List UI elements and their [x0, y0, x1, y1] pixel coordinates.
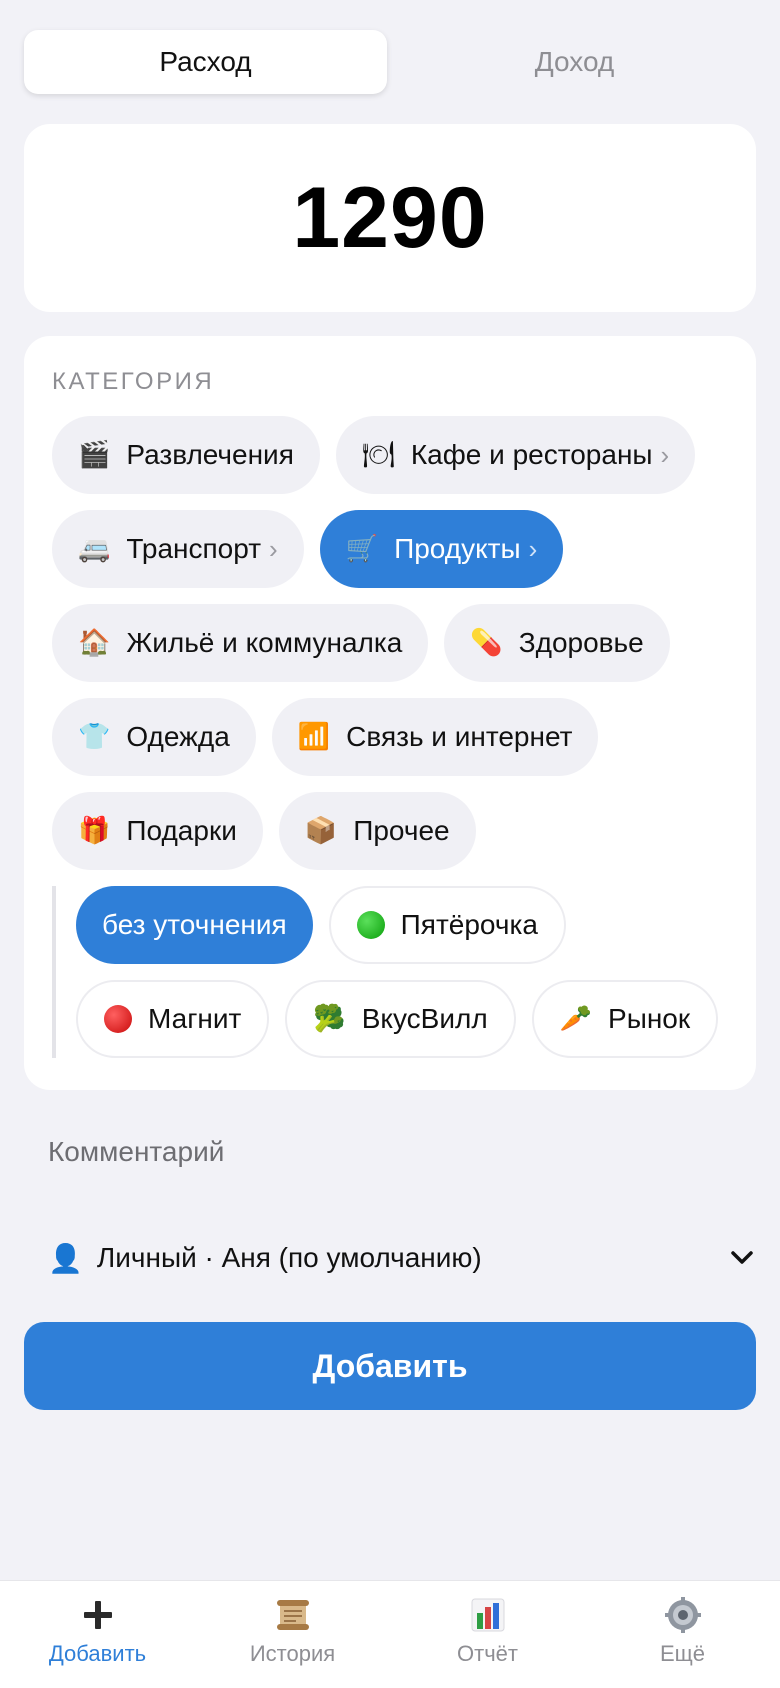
category-chip-label: Развлечения [126, 439, 294, 470]
account-label: Личный · Аня (по умолчанию) [96, 1242, 482, 1273]
category-chip-label: Жильё и коммуналка [126, 627, 403, 658]
income-tab[interactable]: Доход [393, 30, 756, 94]
category-chip-clothes[interactable]: 👕 Одежда [52, 698, 256, 776]
chevron-right-icon: › [528, 533, 538, 564]
category-chip-telecom[interactable]: 📶 Связь и интернет [271, 698, 599, 776]
user-icon: 👤 [48, 1241, 83, 1275]
tab-more[interactable]: Ещё [585, 1581, 780, 1688]
subcategory-chip-pyaterochka[interactable]: Пятёрочка [328, 886, 566, 964]
category-chip-transport[interactable]: 🚐 Транспорт › [52, 510, 304, 588]
category-chip-entertainment[interactable]: 🎬 Развлечения [52, 416, 320, 494]
subcategory-chip-label: ВкусВилл [361, 1003, 488, 1034]
category-chip-groceries[interactable]: 🛒 Продукты › [319, 510, 564, 588]
bar-chart-icon [470, 1595, 506, 1635]
expense-tab[interactable]: Расход [24, 30, 387, 94]
chevron-right-icon: › [660, 439, 670, 470]
subcategory-chip-label: Пятёрочка [400, 909, 538, 940]
category-chip-label: Подарки [126, 815, 237, 846]
carrot-icon: 🥕 [559, 1004, 593, 1034]
amount-value[interactable]: 1290 [292, 169, 487, 268]
category-chip-label: Продукты [394, 533, 521, 564]
subcategory-group: без уточнения Пятёрочка Магнит 🥦 ВкусВил… [52, 886, 728, 1058]
house-icon: 🏠 [78, 628, 111, 658]
category-chip-label: Транспорт [126, 533, 262, 564]
add-button[interactable]: Добавить [24, 1322, 756, 1410]
category-chip-label: Прочее [353, 815, 450, 846]
tab-bar: Добавить История Отчёт Ещё [0, 1580, 780, 1688]
chevron-down-icon [728, 1244, 756, 1272]
green-circle-icon [356, 911, 385, 939]
gear-icon [664, 1595, 701, 1635]
shopping-cart-icon: 🛒 [345, 534, 379, 564]
tab-report[interactable]: Отчёт [390, 1581, 585, 1688]
category-chip-label: Связь и интернет [346, 721, 573, 752]
broccoli-icon: 🥦 [313, 1004, 346, 1034]
tab-add[interactable]: Добавить [0, 1581, 195, 1688]
tab-label: Добавить [48, 1641, 147, 1666]
subcategory-chip-label: Магнит [148, 1003, 242, 1034]
plate-icon: 🍽 [361, 440, 395, 470]
transaction-type-switch: Расход Доход [24, 24, 756, 100]
tab-label: Отчёт [457, 1641, 518, 1666]
pill-icon: 💊 [470, 628, 503, 658]
category-chip-label: Кафе и рестораны [410, 439, 653, 470]
comment-input[interactable]: Комментарий [48, 1136, 224, 1168]
category-chip-label: Здоровье [518, 627, 644, 658]
add-transaction-screen: Расход Доход 1290 КАТЕГОРИЯ 🎬 Развлечени… [0, 0, 780, 1688]
category-card: КАТЕГОРИЯ 🎬 Развлечения 🍽 Кафе и рестора… [24, 336, 756, 1090]
account-selector[interactable]: 👤 Личный · Аня (по умолчанию) [48, 1232, 756, 1284]
category-chip-gifts[interactable]: 🎁 Подарки [52, 792, 263, 870]
tab-history[interactable]: История [195, 1581, 390, 1688]
subcategory-chip-vkusvill[interactable]: 🥦 ВкусВилл [285, 980, 516, 1058]
subcategory-chip-none[interactable]: без уточнения [76, 886, 313, 964]
category-chip-other[interactable]: 📦 Прочее [278, 792, 476, 870]
package-icon: 📦 [304, 816, 338, 846]
category-chip-housing[interactable]: 🏠 Жильё и коммуналка [52, 604, 429, 682]
gift-icon: 🎁 [78, 816, 111, 846]
minibus-icon: 🚐 [78, 534, 111, 564]
subcategory-chip-label: без уточнения [102, 909, 287, 940]
category-chip-health[interactable]: 💊 Здоровье [444, 604, 670, 682]
category-title: КАТЕГОРИЯ [52, 368, 215, 395]
subcategory-chip-magnit[interactable]: Магнит [76, 980, 270, 1058]
tab-label: История [249, 1641, 336, 1666]
amount-card[interactable]: 1290 [24, 124, 756, 312]
scroll-icon [274, 1595, 312, 1635]
signal-bars-icon: 📶 [297, 722, 331, 752]
category-chip-label: Одежда [126, 721, 230, 752]
plus-icon [82, 1595, 114, 1635]
category-chip-cafe[interactable]: 🍽 Кафе и рестораны › [335, 416, 696, 494]
chevron-right-icon: › [269, 533, 278, 564]
shirt-icon: 👕 [78, 722, 111, 752]
subcategory-chip-market[interactable]: 🥕 Рынок [531, 980, 719, 1058]
clapper-icon: 🎬 [78, 440, 111, 470]
red-circle-icon [104, 1005, 132, 1033]
subcategory-chip-label: Рынок [608, 1003, 691, 1034]
tab-label: Ещё [659, 1641, 705, 1666]
